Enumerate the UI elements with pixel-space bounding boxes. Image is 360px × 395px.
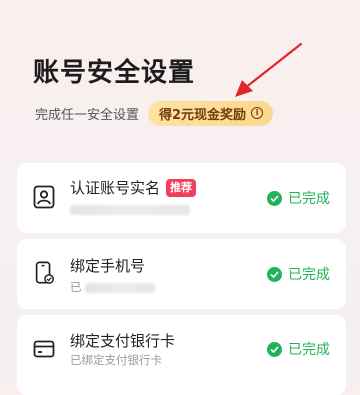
status-text: 已完成	[288, 191, 330, 207]
security-item-bank-card[interactable]: 绑定支付银行卡 已绑定支付银行卡 已完成	[17, 315, 346, 395]
security-item-phone[interactable]: 绑定手机号 已 已完成	[17, 239, 346, 309]
bank-card-icon	[33, 340, 55, 358]
item-name: 认证账号实名	[70, 179, 161, 197]
item-desc-text: 已	[70, 280, 82, 294]
subtitle-row: 完成任一安全设置 得2元现金奖励 i	[35, 100, 274, 126]
status-completed: 已完成	[267, 188, 330, 208]
check-icon	[267, 266, 282, 282]
id-card-icon	[33, 185, 55, 209]
item-desc	[70, 202, 190, 216]
reward-label: 得2元现金奖励	[159, 107, 247, 123]
item-name: 绑定支付银行卡	[70, 332, 176, 350]
page-title: 账号安全设置	[33, 58, 196, 88]
item-desc: 已绑定支付银行卡	[70, 352, 162, 368]
item-title: 绑定手机号	[70, 255, 145, 276]
masked-info	[70, 204, 190, 215]
item-desc-text: 已绑定支付银行卡	[70, 353, 162, 367]
recommend-badge: 推荐	[166, 178, 197, 197]
check-icon	[267, 190, 282, 206]
masked-info	[85, 282, 156, 293]
annotation-arrow	[235, 42, 303, 97]
status-text: 已完成	[288, 267, 330, 283]
item-title: 认证账号实名 推荐	[70, 177, 197, 198]
security-item-real-name[interactable]: 认证账号实名 推荐 已完成	[17, 163, 346, 233]
item-name: 绑定手机号	[70, 257, 146, 275]
phone-icon	[35, 261, 54, 284]
item-desc: 已	[70, 279, 156, 295]
info-icon[interactable]: i	[251, 107, 264, 119]
check-icon	[267, 341, 282, 357]
status-completed: 已完成	[267, 339, 330, 359]
status-completed: 已完成	[267, 264, 330, 284]
item-title: 绑定支付银行卡	[70, 330, 175, 351]
subtitle-text: 完成任一安全设置	[35, 107, 140, 123]
status-text: 已完成	[288, 342, 330, 358]
reward-badge[interactable]: 得2元现金奖励 i	[148, 100, 274, 126]
